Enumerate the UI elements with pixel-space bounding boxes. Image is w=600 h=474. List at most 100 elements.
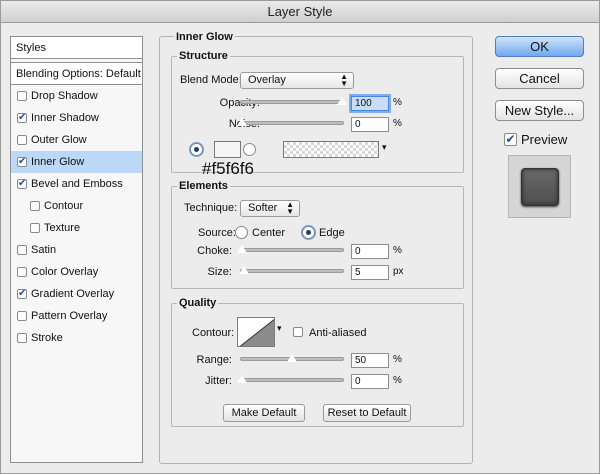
anti-aliased-checkbox[interactable] xyxy=(293,327,303,337)
preview-square xyxy=(521,168,559,206)
style-item[interactable]: ✔ Inner Shadow xyxy=(11,107,142,129)
style-item-checkbox[interactable] xyxy=(17,135,27,145)
style-item-checkbox[interactable] xyxy=(17,267,27,277)
cancel-button[interactable]: Cancel xyxy=(495,68,584,89)
style-item-label: Bevel and Emboss xyxy=(31,178,123,190)
style-item[interactable]: ✔ Inner Glow xyxy=(11,151,142,173)
updown-arrows-icon: ▲ ▼ xyxy=(340,72,348,88)
source-center-label: Center xyxy=(252,227,286,239)
source-edge-radio[interactable] xyxy=(302,226,315,239)
gradient-dropdown-icon[interactable]: ▾ xyxy=(382,142,387,153)
jitter-input[interactable]: 0 xyxy=(351,374,389,389)
style-item[interactable]: Stroke xyxy=(11,327,142,349)
style-item[interactable]: Contour xyxy=(11,195,142,217)
style-item-label: Drop Shadow xyxy=(31,90,98,102)
size-slider-track[interactable] xyxy=(240,269,344,273)
range-label: Range: xyxy=(196,354,232,366)
styles-list: Styles Blending Options: Default Drop Sh… xyxy=(10,36,143,463)
color-mode-gradient-radio[interactable] xyxy=(243,143,256,156)
range-slider-thumb[interactable] xyxy=(286,353,298,363)
style-item-checkbox[interactable]: ✔ xyxy=(17,157,27,167)
style-item[interactable]: Color Overlay xyxy=(11,261,142,283)
choke-slider-track[interactable] xyxy=(240,248,344,252)
style-item-label: Texture xyxy=(44,222,81,234)
blend-mode-label: Blend Mode: xyxy=(180,74,242,86)
blending-options-item[interactable]: Blending Options: Default xyxy=(11,62,142,85)
blend-mode-select[interactable]: Overlay ▲ ▼ xyxy=(240,72,354,89)
style-item-label: Gradient Overlay xyxy=(31,288,115,300)
opacity-slider-thumb[interactable] xyxy=(336,96,348,106)
style-item-checkbox[interactable]: ✔ xyxy=(17,113,27,123)
make-default-button[interactable]: Make Default xyxy=(223,404,305,422)
contour-curve-icon xyxy=(239,318,274,346)
structure-title: Structure xyxy=(177,50,230,62)
style-item-checkbox[interactable]: ✔ xyxy=(17,179,27,189)
style-item-checkbox[interactable]: ✔ xyxy=(17,289,27,299)
size-label: Size: xyxy=(207,266,232,278)
style-item[interactable]: Outer Glow xyxy=(11,129,142,151)
style-item[interactable]: ✔ Bevel and Emboss xyxy=(11,173,142,195)
choke-label: Choke: xyxy=(197,245,232,257)
glow-gradient-swatch[interactable] xyxy=(283,141,379,158)
contour-dropdown-icon[interactable]: ▾ xyxy=(277,323,282,334)
style-item-label: Inner Glow xyxy=(31,156,85,168)
source-center-radio[interactable] xyxy=(235,226,248,239)
noise-slider-track[interactable] xyxy=(240,121,344,125)
preview-checkbox[interactable]: ✔ xyxy=(504,133,517,146)
style-item-label: Pattern Overlay xyxy=(31,310,108,322)
source-edge-label: Edge xyxy=(319,227,345,239)
reset-to-default-button[interactable]: Reset to Default xyxy=(323,404,411,422)
opacity-slider-track[interactable] xyxy=(240,100,344,104)
jitter-slider-track[interactable] xyxy=(240,378,344,382)
size-input[interactable]: 5 xyxy=(351,265,389,280)
updown-arrows-icon: ▲ ▼ xyxy=(286,200,294,216)
noise-input[interactable]: 0 xyxy=(351,117,389,132)
style-item-label: Inner Shadow xyxy=(31,112,99,124)
choke-input[interactable]: 0 xyxy=(351,244,389,259)
color-mode-solid-radio[interactable] xyxy=(190,143,203,156)
noise-slider-thumb[interactable] xyxy=(236,117,248,127)
style-item-label: Color Overlay xyxy=(31,266,99,278)
style-item[interactable]: Texture xyxy=(11,217,142,239)
style-item-label: Contour xyxy=(44,200,84,212)
size-slider-thumb[interactable] xyxy=(238,265,250,275)
style-item-checkbox[interactable] xyxy=(17,311,27,321)
new-style-button[interactable]: New Style... xyxy=(495,100,584,121)
style-item-checkbox[interactable] xyxy=(17,245,27,255)
style-item-label: Stroke xyxy=(31,332,63,344)
opacity-input[interactable]: 100 xyxy=(351,96,389,111)
style-item-checkbox[interactable] xyxy=(30,223,40,233)
style-item[interactable]: ✔ Gradient Overlay xyxy=(11,283,142,305)
style-item-label: Satin xyxy=(31,244,57,256)
size-unit: px xyxy=(393,266,404,277)
style-item-checkbox[interactable] xyxy=(30,201,40,211)
noise-unit: % xyxy=(393,118,402,129)
opacity-unit: % xyxy=(393,97,402,108)
style-item-checkbox[interactable] xyxy=(17,91,27,101)
style-item[interactable]: Pattern Overlay xyxy=(11,305,142,327)
inner-glow-panel: Inner Glow Structure Blend Mode: Overlay… xyxy=(159,31,473,464)
choke-slider-thumb[interactable] xyxy=(236,244,248,254)
technique-select[interactable]: Softer ▲ ▼ xyxy=(240,200,300,217)
glow-color-swatch[interactable] xyxy=(214,141,241,158)
layer-style-dialog: Layer Style Styles Blending Options: Def… xyxy=(0,0,600,474)
jitter-slider-thumb[interactable] xyxy=(236,374,248,384)
choke-unit: % xyxy=(393,245,402,256)
ok-button[interactable]: OK xyxy=(495,36,584,57)
source-label: Source: xyxy=(198,227,236,239)
technique-value: Softer xyxy=(248,202,278,214)
style-item[interactable]: Drop Shadow xyxy=(11,85,142,107)
window-title: Layer Style xyxy=(1,1,599,23)
range-input[interactable]: 50 xyxy=(351,353,389,368)
range-unit: % xyxy=(393,354,402,365)
elements-title: Elements xyxy=(177,180,230,192)
contour-swatch[interactable] xyxy=(237,317,275,347)
preview-label: Preview xyxy=(521,132,568,147)
jitter-label: Jitter: xyxy=(205,375,232,387)
styles-header[interactable]: Styles xyxy=(11,37,142,59)
quality-title: Quality xyxy=(177,297,219,309)
anti-aliased-label: Anti-aliased xyxy=(309,327,367,339)
style-item-checkbox[interactable] xyxy=(17,333,27,343)
style-item[interactable]: Satin xyxy=(11,239,142,261)
panel-title: Inner Glow xyxy=(174,31,235,43)
